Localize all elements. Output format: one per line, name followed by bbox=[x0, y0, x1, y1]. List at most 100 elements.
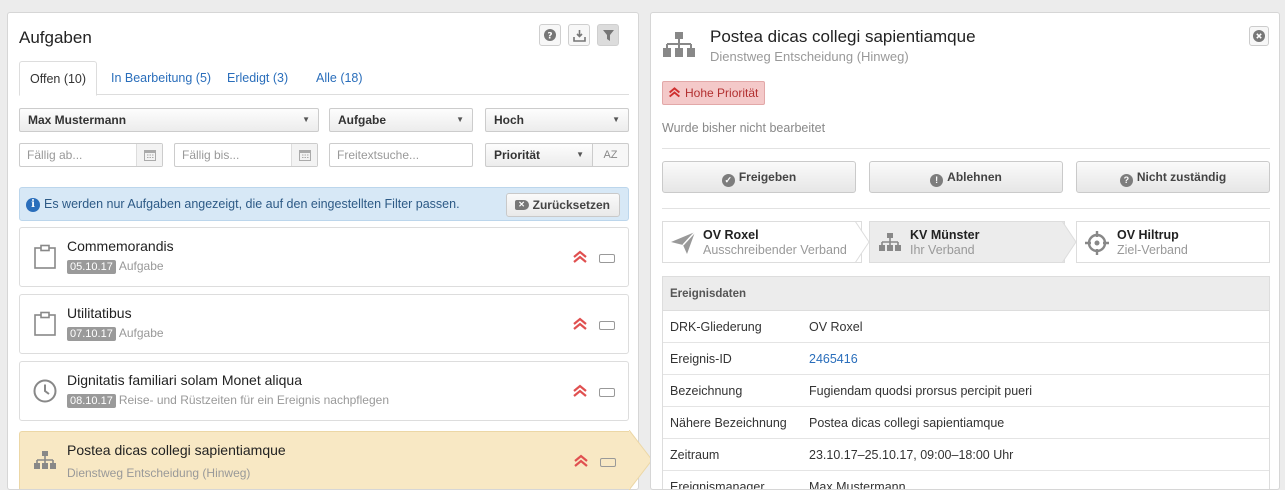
not-responsible-button[interactable]: ? Nicht zuständig bbox=[1076, 161, 1270, 193]
route-step-name: OV Hiltrup bbox=[1117, 228, 1179, 242]
clipboard-icon bbox=[34, 244, 56, 269]
tasks-panel: Aufgaben ? Offen (10) In Bearbeitung (5)… bbox=[7, 12, 639, 490]
route-step-role: Ziel-Verband bbox=[1117, 243, 1188, 257]
route-chevron bbox=[1062, 221, 1077, 263]
table-row: DRK-Gliederung OV Roxel bbox=[663, 311, 1269, 343]
route-step-current: KV Münster Ihr Verband bbox=[869, 221, 1065, 263]
search-input[interactable]: Freitextsuche... bbox=[329, 143, 473, 167]
reject-button[interactable]: ! Ablehnen bbox=[869, 161, 1063, 193]
task-type: Reise- und Rüstzeiten für ein Ereignis n… bbox=[118, 393, 389, 407]
note-icon bbox=[600, 458, 616, 467]
detail-title: Postea dicas collegi sapientiamque bbox=[710, 27, 976, 46]
download-button[interactable] bbox=[568, 24, 590, 46]
task-type: Aufgabe bbox=[118, 259, 164, 273]
question-icon: ? bbox=[1119, 174, 1133, 187]
table-value: OV Roxel bbox=[809, 320, 863, 334]
help-button[interactable]: ? bbox=[539, 24, 561, 46]
tab-open[interactable]: Offen (10) bbox=[19, 61, 98, 96]
crosshair-icon bbox=[1085, 231, 1109, 255]
chevron-down-icon: ▼ bbox=[456, 115, 464, 124]
task-meta: 07.10.17 Aufgabe bbox=[67, 326, 164, 341]
hierarchy-icon bbox=[879, 233, 901, 251]
task-detail-panel: Postea dicas collegi sapientiamque Diens… bbox=[650, 12, 1280, 490]
route-step-role: Ausschreibender Verband bbox=[703, 243, 847, 257]
due-to-input[interactable]: Fällig bis... bbox=[174, 143, 318, 167]
high-priority-icon bbox=[574, 454, 588, 467]
search-placeholder: Freitextsuche... bbox=[337, 148, 420, 162]
person-select[interactable]: Max Mustermann ▼ bbox=[19, 108, 319, 132]
tab-all[interactable]: Alle (18) bbox=[306, 61, 373, 95]
chevron-down-icon: ▼ bbox=[612, 115, 620, 124]
help-icon: ? bbox=[544, 29, 556, 41]
table-key: Ereignis-ID bbox=[670, 352, 732, 366]
approve-label: Freigeben bbox=[738, 170, 797, 184]
table-row: Nähere Bezeichnung Postea dicas collegi s… bbox=[663, 407, 1269, 439]
tab-done[interactable]: Erledigt (3) bbox=[217, 61, 298, 95]
task-date-badge: 07.10.17 bbox=[67, 327, 116, 341]
tasks-title: Aufgaben bbox=[19, 28, 92, 47]
chevron-down-icon: ▼ bbox=[302, 115, 310, 124]
chevron-down-icon: ▼ bbox=[576, 150, 584, 159]
paper-plane-icon bbox=[671, 231, 696, 254]
task-item[interactable]: Dignitatis familiari solam Monet aliqua … bbox=[19, 361, 629, 421]
task-type: Dienstweg Entscheidung (Hinweg) bbox=[67, 466, 251, 480]
route-step-origin: OV Roxel Ausschreibender Verband bbox=[662, 221, 862, 263]
reject-label: Ablehnen bbox=[947, 170, 1002, 184]
route-chevron bbox=[855, 221, 870, 263]
route-step-target: OV Hiltrup Ziel-Verband bbox=[1076, 221, 1270, 263]
filter-button[interactable] bbox=[597, 24, 619, 46]
task-title: Utilitatibus bbox=[67, 305, 132, 321]
high-priority-icon bbox=[669, 87, 680, 98]
close-button[interactable] bbox=[1249, 26, 1269, 46]
table-key: Ereignismanager bbox=[670, 480, 765, 490]
person-select-value: Max Mustermann bbox=[28, 113, 127, 127]
note-icon bbox=[599, 254, 615, 263]
calendar-icon[interactable] bbox=[136, 144, 162, 166]
route-step-name: KV Münster bbox=[910, 228, 980, 242]
clipboard-icon bbox=[34, 311, 56, 336]
table-row: Ereignis-ID 2465416 bbox=[663, 343, 1269, 375]
status-text: Wurde bisher nicht bearbeitet bbox=[662, 121, 826, 135]
event-data-table: Ereignisdaten DRK-Gliederung OV Roxel Ere… bbox=[662, 276, 1270, 490]
divider bbox=[662, 148, 1270, 149]
exclamation-icon: ! bbox=[930, 174, 944, 187]
check-icon: ✓ bbox=[721, 174, 735, 187]
task-item[interactable]: Commemorandis 05.10.17 Aufgabe bbox=[19, 227, 629, 287]
sort-select[interactable]: Priorität ▼ bbox=[485, 143, 593, 167]
type-select-value: Aufgabe bbox=[338, 113, 386, 127]
priority-badge: Hohe Priorität bbox=[662, 81, 766, 105]
sort-direction-button[interactable]: AZ bbox=[593, 143, 629, 167]
filter-icon bbox=[602, 29, 614, 41]
task-date-badge: 05.10.17 bbox=[67, 260, 116, 274]
high-priority-icon bbox=[573, 384, 587, 397]
table-row: Zeitraum 23.10.17–25.10.17, 09:00–18:00 U… bbox=[663, 439, 1269, 471]
clock-icon bbox=[33, 379, 57, 403]
event-data-header: Ereignisdaten bbox=[663, 277, 1269, 311]
route-step-role: Ihr Verband bbox=[910, 243, 975, 257]
approve-button[interactable]: ✓ Freigeben bbox=[662, 161, 856, 193]
reset-filter-button[interactable]: ✕ Zurücksetzen bbox=[505, 193, 620, 217]
task-item-selected[interactable]: Postea dicas collegi sapientiamque Diens… bbox=[19, 431, 629, 489]
tab-in-progress[interactable]: In Bearbeitung (5) bbox=[101, 61, 221, 95]
event-id-link[interactable]: 2465416 bbox=[809, 352, 858, 366]
task-meta: 08.10.17 Reise- und Rüstzeiten für ein Er… bbox=[67, 393, 389, 408]
download-icon bbox=[572, 29, 586, 42]
priority-select[interactable]: Hoch ▼ bbox=[485, 108, 629, 132]
task-type: Aufgabe bbox=[118, 326, 164, 340]
type-select[interactable]: Aufgabe ▼ bbox=[329, 108, 473, 132]
table-value: Postea dicas collegi sapientiamque bbox=[809, 416, 1005, 430]
filter-info-alert: i Es werden nur Aufgaben angezeigt, die … bbox=[19, 187, 629, 221]
calendar-icon[interactable] bbox=[291, 144, 317, 166]
task-item[interactable]: Utilitatibus 07.10.17 Aufgabe bbox=[19, 294, 629, 354]
due-to-placeholder: Fällig bis... bbox=[182, 148, 240, 162]
task-title: Postea dicas collegi sapientiamque bbox=[67, 442, 286, 458]
priority-select-value: Hoch bbox=[494, 113, 524, 127]
table-value: 23.10.17–25.10.17, 09:00–18:00 Uhr bbox=[809, 448, 1014, 462]
reset-filter-label: Zurücksetzen bbox=[532, 198, 610, 212]
task-meta: Dienstweg Entscheidung (Hinweg) bbox=[67, 466, 250, 480]
note-icon bbox=[599, 321, 615, 330]
table-key: DRK-Gliederung bbox=[670, 320, 762, 334]
due-from-input[interactable]: Fällig ab... bbox=[19, 143, 163, 167]
info-icon: i bbox=[26, 198, 40, 212]
task-title: Dignitatis familiari solam Monet aliqua bbox=[67, 372, 302, 388]
